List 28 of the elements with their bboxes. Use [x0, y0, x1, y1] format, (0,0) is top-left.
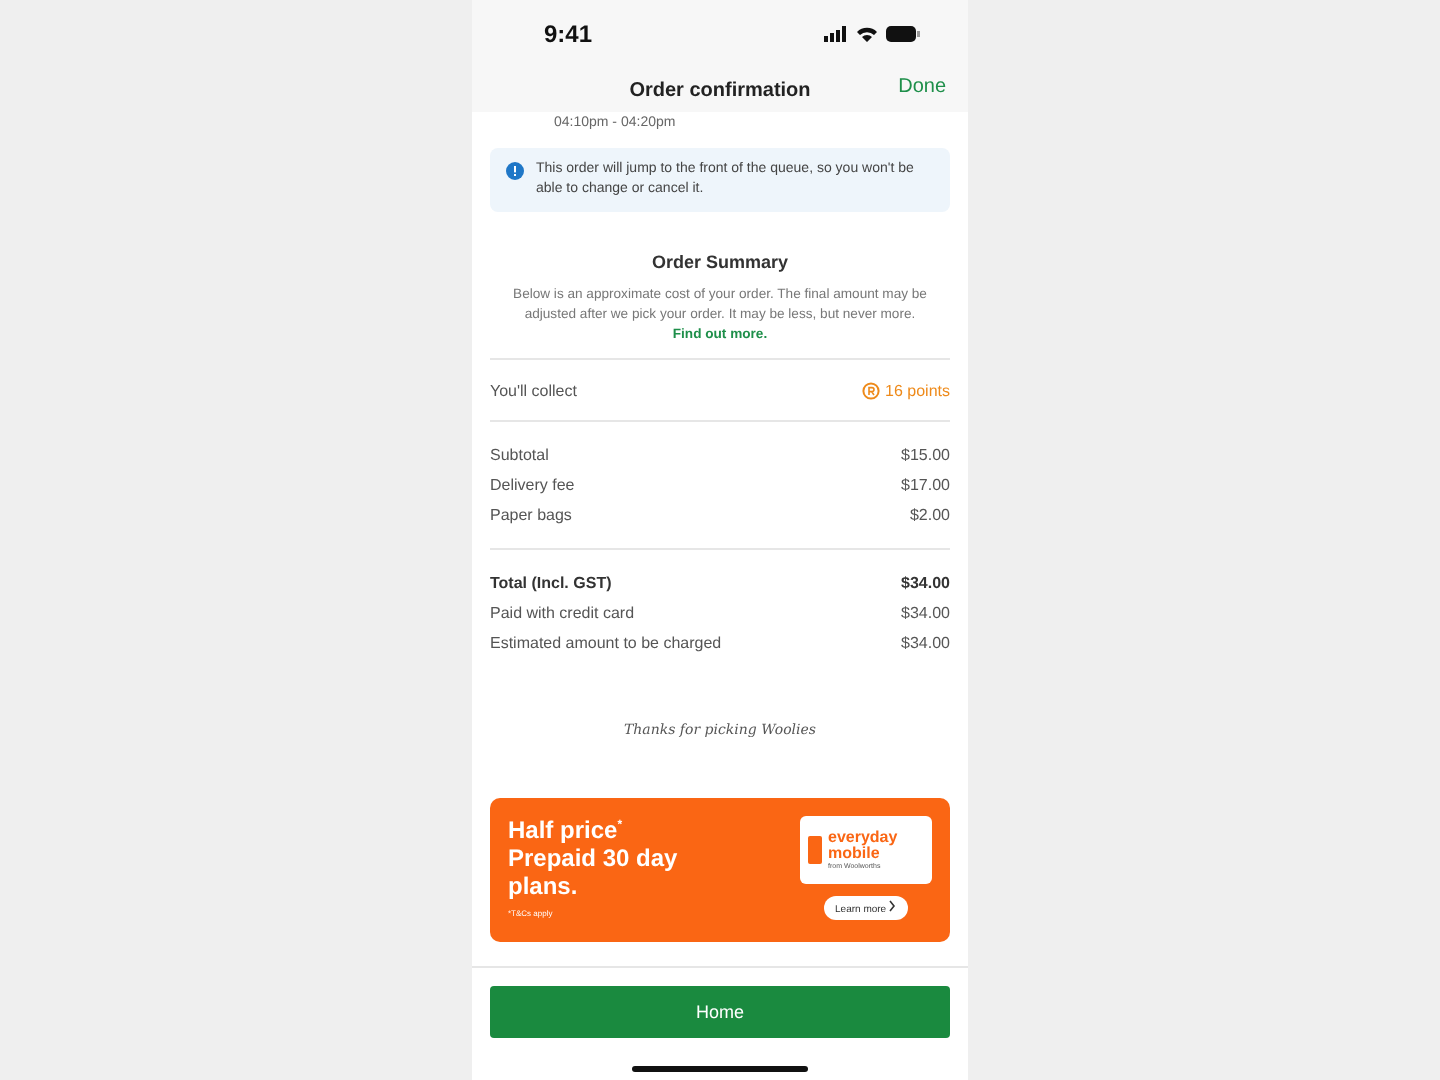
- summary-title: Order Summary: [649, 252, 791, 272]
- charge-amount: $2.00: [909, 506, 950, 524]
- points-value: 16 points: [885, 381, 950, 399]
- promo-subline: Prepaid 30 day plans.: [508, 844, 680, 900]
- charge-label: Paper bags: [490, 506, 572, 524]
- total-label: Total (Incl. GST): [490, 574, 612, 592]
- signal-icon: [824, 26, 848, 42]
- info-icon: [506, 162, 524, 180]
- chevron-icon: [888, 900, 897, 912]
- total-amount: $34.00: [901, 574, 950, 592]
- total-label: Estimated amount to be charged: [490, 634, 722, 652]
- total-amount: $34.00: [901, 604, 950, 622]
- wifi-icon: [856, 26, 878, 42]
- rewards-label: You'll collect: [490, 381, 577, 399]
- phone-icon: [808, 836, 822, 864]
- points-icon: [861, 381, 880, 399]
- charge-label: Subtotal: [490, 446, 549, 464]
- status-time: 9:41: [544, 20, 593, 48]
- screen-title: Order confirmation: [629, 79, 811, 101]
- charge-amount: $17.00: [901, 476, 950, 494]
- charge-amount: $15.00: [901, 446, 950, 464]
- charge-label: Delivery fee: [490, 476, 575, 494]
- promo-headline: Half price$^{*}$: [508, 814, 625, 844]
- total-amount: $34.00: [901, 634, 950, 652]
- done-button[interactable]: Done: [898, 76, 946, 98]
- total-label: Paid with credit card: [490, 604, 635, 622]
- battery-icon: [886, 26, 920, 42]
- home-button[interactable]: Home: [490, 986, 950, 1038]
